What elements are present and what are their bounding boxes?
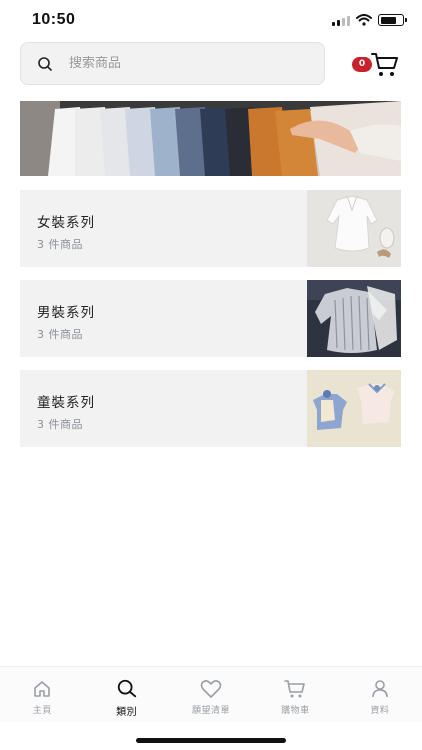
home-icon [31,678,53,700]
cellular-signal-icon [332,15,350,26]
wifi-icon [356,14,372,26]
category-card-womens[interactable]: 女裝系列 3 件商品 [20,190,401,267]
category-title: 童裝系列 [37,395,95,411]
search-input[interactable] [69,56,289,71]
cart-icon [284,678,306,700]
status-icons [332,14,407,26]
tab-cart[interactable]: 購物車 [253,667,337,722]
category-thumbnail-womens [307,190,401,267]
battery-icon [378,14,407,26]
category-title: 女裝系列 [37,215,95,231]
category-card-kids[interactable]: 童裝系列 3 件商品 [20,370,401,447]
promo-banner[interactable] [20,101,401,176]
tab-label: 購物車 [281,706,310,716]
tab-label: 願望清單 [192,706,231,716]
tab-label: 資料 [370,706,390,716]
heart-icon [200,678,222,700]
category-thumbnail-kids [307,370,401,447]
category-card-mens[interactable]: 男裝系列 3 件商品 [20,280,401,357]
tab-label: 主頁 [32,706,52,716]
category-count: 3 件商品 [37,238,83,251]
tab-label: 類別 [116,707,138,718]
cart-icon [371,53,398,76]
status-bar: 10:50 [0,0,422,40]
search-icon [116,678,138,700]
tab-home[interactable]: 主頁 [0,667,84,722]
search-bar[interactable] [20,42,325,85]
tab-profile[interactable]: 資料 [338,667,422,722]
category-title: 男裝系列 [37,305,95,321]
clothing-rack-image [20,101,401,176]
tab-wishlist[interactable]: 願望清單 [169,667,253,722]
profile-icon [369,678,391,700]
cart-button[interactable]: 0 [352,52,400,80]
cart-count-badge: 0 [352,57,372,72]
search-icon [37,56,53,72]
category-list: 女裝系列 3 件商品 男裝系列 3 件商品 童裝系列 3 件商品 [20,190,401,460]
tab-categories[interactable]: 類別 [84,667,168,722]
category-thumbnail-mens [307,280,401,357]
home-indicator[interactable] [136,738,286,743]
category-text: 女裝系列 3 件商品 [20,190,307,267]
category-count: 3 件商品 [37,328,83,341]
status-time: 10:50 [32,11,76,28]
category-text: 童裝系列 3 件商品 [20,370,307,447]
category-text: 男裝系列 3 件商品 [20,280,307,357]
bottom-tab-bar: 主頁 類別 願望清單 購物車 資料 [0,666,422,722]
category-count: 3 件商品 [37,418,83,431]
